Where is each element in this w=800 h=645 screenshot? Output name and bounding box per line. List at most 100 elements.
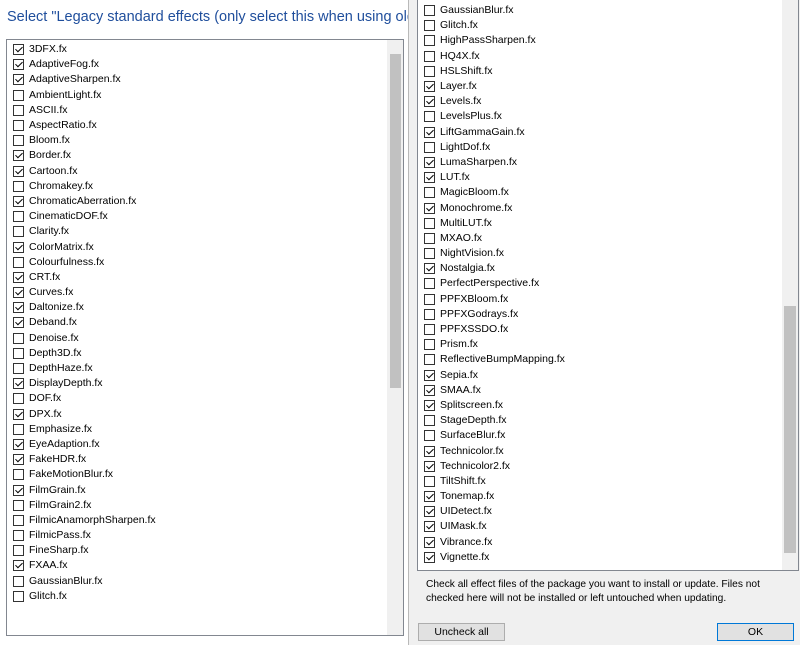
effect-list-item[interactable]: Sepia.fx (424, 368, 565, 383)
checkbox-unchecked[interactable] (424, 50, 435, 62)
effect-list-item[interactable]: ASCII.fx (13, 103, 156, 118)
right-scrollbar[interactable] (782, 0, 798, 570)
checkbox-unchecked[interactable] (424, 293, 435, 305)
checkbox-checked[interactable] (424, 81, 435, 93)
uncheck-all-button[interactable]: Uncheck all (418, 623, 505, 641)
checkbox-checked[interactable] (13, 408, 24, 420)
effects-checklist-right[interactable]: GaussianBlur.fx Glitch.fx HighPassSharpen.… (417, 0, 799, 571)
effect-list-item[interactable]: MultiLUT.fx (424, 216, 565, 231)
effect-list-item[interactable]: HQ4X.fx (424, 49, 565, 64)
effect-list-item[interactable]: LightDof.fx (424, 140, 565, 155)
checkbox-checked[interactable] (424, 399, 435, 411)
effect-list-item[interactable]: PPFXGodrays.fx (424, 307, 565, 322)
effect-list-item[interactable]: LevelsPlus.fx (424, 109, 565, 124)
effect-list-item[interactable]: FakeMotionBlur.fx (13, 467, 156, 482)
effect-list-item[interactable]: Chromakey.fx (13, 179, 156, 194)
effect-list-item[interactable]: PPFXBloom.fx (424, 292, 565, 307)
effect-list-item[interactable]: Curves.fx (13, 285, 156, 300)
effect-list-item[interactable]: NightVision.fx (424, 246, 565, 261)
effect-list-item[interactable]: Deband.fx (13, 315, 156, 330)
checkbox-unchecked[interactable] (424, 217, 435, 229)
checkbox-unchecked[interactable] (13, 180, 24, 192)
effect-list-item[interactable]: Layer.fx (424, 79, 565, 94)
effect-list-item[interactable]: Vibrance.fx (424, 535, 565, 550)
effect-list-item[interactable]: HighPassSharpen.fx (424, 33, 565, 48)
checkbox-checked[interactable] (13, 302, 24, 314)
checkbox-unchecked[interactable] (424, 141, 435, 153)
checkbox-unchecked[interactable] (424, 35, 435, 47)
checkbox-checked[interactable] (13, 195, 24, 207)
checkbox-unchecked[interactable] (424, 278, 435, 290)
effect-list-item[interactable]: Border.fx (13, 148, 156, 163)
checkbox-unchecked[interactable] (424, 475, 435, 487)
effect-list-item[interactable]: Glitch.fx (13, 589, 156, 604)
effect-list-item[interactable]: PPFXSSDO.fx (424, 322, 565, 337)
effect-list-item[interactable]: LUT.fx (424, 170, 565, 185)
effect-list-item[interactable]: AdaptiveSharpen.fx (13, 72, 156, 87)
effect-list-item[interactable]: Glitch.fx (424, 18, 565, 33)
effects-checklist-left[interactable]: 3DFX.fx AdaptiveFog.fx AdaptiveSharpen.fx A… (6, 39, 404, 636)
checkbox-unchecked[interactable] (424, 20, 435, 32)
effect-list-item[interactable]: StageDepth.fx (424, 413, 565, 428)
checkbox-unchecked[interactable] (13, 575, 24, 587)
checkbox-unchecked[interactable] (13, 135, 24, 147)
effect-list-item[interactable]: SurfaceBlur.fx (424, 428, 565, 443)
checkbox-unchecked[interactable] (13, 120, 24, 132)
checkbox-unchecked[interactable] (13, 590, 24, 602)
effect-list-item[interactable]: Cartoon.fx (13, 164, 156, 179)
checkbox-unchecked[interactable] (13, 332, 24, 344)
effect-list-item[interactable]: Nostalgia.fx (424, 261, 565, 276)
checkbox-checked[interactable] (424, 521, 435, 533)
checkbox-checked[interactable] (424, 156, 435, 168)
checkbox-unchecked[interactable] (424, 339, 435, 351)
effect-list-item[interactable]: Technicolor.fx (424, 443, 565, 458)
effect-list-item[interactable]: Tonemap.fx (424, 489, 565, 504)
checkbox-unchecked[interactable] (424, 415, 435, 427)
effect-list-item[interactable]: HSLShift.fx (424, 64, 565, 79)
checkbox-checked[interactable] (424, 202, 435, 214)
effect-list-item[interactable]: Colourfulness.fx (13, 255, 156, 270)
effect-list-item[interactable]: DOF.fx (13, 391, 156, 406)
left-scrollbar[interactable] (387, 40, 403, 635)
checkbox-unchecked[interactable] (424, 111, 435, 123)
checkbox-unchecked[interactable] (13, 363, 24, 375)
effect-list-item[interactable]: DPX.fx (13, 407, 156, 422)
effect-list-item[interactable]: UIDetect.fx (424, 504, 565, 519)
checkbox-checked[interactable] (424, 506, 435, 518)
checkbox-unchecked[interactable] (13, 545, 24, 557)
checkbox-checked[interactable] (424, 369, 435, 381)
effect-list-item[interactable]: FilmGrain.fx (13, 482, 156, 497)
effect-list-item[interactable]: AdaptiveFog.fx (13, 57, 156, 72)
checkbox-checked[interactable] (13, 484, 24, 496)
effect-list-item[interactable]: Emphasize.fx (13, 422, 156, 437)
checkbox-unchecked[interactable] (13, 211, 24, 223)
effect-list-item[interactable]: AmbientLight.fx (13, 88, 156, 103)
checkbox-unchecked[interactable] (424, 354, 435, 366)
effect-list-item[interactable]: Prism.fx (424, 337, 565, 352)
checkbox-checked[interactable] (424, 551, 435, 563)
checkbox-checked[interactable] (13, 287, 24, 299)
checkbox-checked[interactable] (13, 241, 24, 253)
checkbox-checked[interactable] (13, 44, 24, 56)
checkbox-unchecked[interactable] (13, 499, 24, 511)
effect-list-item[interactable]: Denoise.fx (13, 331, 156, 346)
checkbox-checked[interactable] (13, 317, 24, 329)
checkbox-checked[interactable] (13, 271, 24, 283)
effect-list-item[interactable]: UIMask.fx (424, 519, 565, 534)
checkbox-checked[interactable] (424, 460, 435, 472)
left-scrollbar-thumb[interactable] (390, 54, 401, 388)
effect-list-item[interactable]: Levels.fx (424, 94, 565, 109)
checkbox-unchecked[interactable] (424, 248, 435, 260)
effect-list-item[interactable]: Technicolor2.fx (424, 459, 565, 474)
checkbox-checked[interactable] (13, 378, 24, 390)
checkbox-checked[interactable] (13, 150, 24, 162)
effect-list-item[interactable]: LiftGammaGain.fx (424, 125, 565, 140)
effect-list-item[interactable]: EyeAdaption.fx (13, 437, 156, 452)
effect-list-item[interactable]: DepthHaze.fx (13, 361, 156, 376)
effect-list-item[interactable]: CinematicDOF.fx (13, 209, 156, 224)
effect-list-item[interactable]: FilmGrain2.fx (13, 498, 156, 513)
effect-list-item[interactable]: FilmicAnamorphSharpen.fx (13, 513, 156, 528)
checkbox-checked[interactable] (13, 454, 24, 466)
effect-list-item[interactable]: Monochrome.fx (424, 200, 565, 215)
checkbox-unchecked[interactable] (13, 226, 24, 238)
